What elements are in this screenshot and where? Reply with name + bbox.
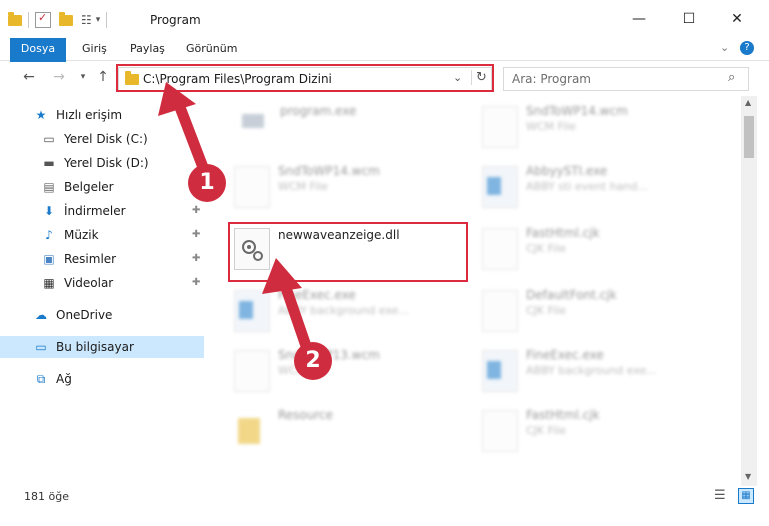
search-placeholder: Ara: Program <box>512 72 591 86</box>
chevron-down-icon[interactable]: ▾ <box>96 15 101 25</box>
exe-icon <box>236 106 270 146</box>
sidebar-item-network[interactable]: ⧉ Ağ <box>0 368 204 390</box>
file-icon <box>482 228 518 270</box>
file-icon <box>482 410 518 452</box>
search-input[interactable]: Ara: Program ⌕ <box>503 67 749 91</box>
sidebar-item-pictures[interactable]: ▣ Resimler ✚ <box>0 248 204 270</box>
forward-arrow-icon[interactable]: → <box>50 67 68 87</box>
up-arrow-icon[interactable]: ↑ <box>94 67 112 87</box>
search-icon: ⌕ <box>728 70 736 85</box>
pin-icon[interactable]: ✚ <box>192 224 200 246</box>
large-icons-view-icon[interactable]: ▦ <box>738 488 754 504</box>
pin-icon[interactable]: ✚ <box>192 272 200 294</box>
list-item[interactable]: AbbyySTI.exe ABBY sti event hand... <box>482 162 712 212</box>
title-bar: ✓ ☷ ▾ Program — ☐ ✕ <box>0 0 769 38</box>
sidebar-item-documents[interactable]: ▤ Belgeler <box>0 176 204 198</box>
sidebar-item-this-pc[interactable]: ▭ Bu bilgisayar <box>0 336 204 358</box>
file-icon <box>482 106 518 148</box>
maximize-icon[interactable]: ☐ <box>678 8 700 30</box>
navigation-pane: ★ Hızlı erişim ▭ Yerel Disk (C:) ▬ Yerel… <box>0 96 208 486</box>
list-item[interactable]: FastHtml.cjk CJK File <box>482 224 712 274</box>
scroll-up-icon[interactable]: ▲ <box>745 98 751 107</box>
chevron-down-icon[interactable]: ⌄ <box>720 41 729 54</box>
list-item[interactable]: SndToWP13.wcm WCM File <box>234 346 464 396</box>
item-count: 181 öğe <box>24 490 69 503</box>
view-icon[interactable]: ☷ <box>81 13 92 27</box>
drive-icon: ▭ <box>43 132 55 146</box>
back-arrow-icon[interactable]: ← <box>20 67 38 87</box>
step-1-badge: 1 <box>188 164 226 202</box>
sidebar-item-disk-c[interactable]: ▭ Yerel Disk (C:) <box>0 128 204 150</box>
file-icon <box>482 290 518 332</box>
file-list: program.exe SndToWP14.wcm WCM File SndTo… <box>208 96 741 486</box>
list-item[interactable]: SndToWP14.wcm WCM File <box>234 162 464 212</box>
network-icon: ⧉ <box>36 372 46 386</box>
minimize-icon[interactable]: — <box>628 8 650 30</box>
file-icon <box>234 350 270 392</box>
computer-icon: ▭ <box>35 340 47 354</box>
folder-icon[interactable] <box>8 11 22 26</box>
close-icon[interactable]: ✕ <box>726 8 748 30</box>
sidebar-item-quick-access[interactable]: ★ Hızlı erişim <box>0 104 204 126</box>
file-icon <box>234 166 270 208</box>
tab-paylas[interactable]: Paylaş <box>130 38 165 60</box>
window-app-icon <box>482 350 518 392</box>
video-icon: ▦ <box>43 276 55 290</box>
folder-icon <box>234 410 268 450</box>
details-view-icon[interactable]: ☰ <box>714 488 726 503</box>
music-icon: ♪ <box>45 228 53 242</box>
help-icon[interactable]: ? <box>740 41 754 55</box>
address-highlight-box <box>116 64 494 92</box>
sidebar-item-onedrive[interactable]: ☁ OneDrive <box>0 304 204 326</box>
scroll-thumb[interactable] <box>744 116 754 158</box>
list-item[interactable]: SndToWP14.wcm WCM File <box>482 102 712 152</box>
quick-access-toolbar: ✓ ☷ ▾ <box>8 11 109 28</box>
step-2-badge: 2 <box>294 342 332 380</box>
pin-icon[interactable]: ✚ <box>192 248 200 270</box>
separator <box>106 12 108 28</box>
cloud-icon: ☁ <box>35 308 47 322</box>
sidebar-item-disk-d[interactable]: ▬ Yerel Disk (D:) <box>0 152 204 174</box>
tab-giris[interactable]: Giriş <box>82 38 107 60</box>
drive-icon: ▬ <box>43 156 55 170</box>
sidebar-item-downloads[interactable]: ⬇ İndirmeler ✚ <box>0 200 204 222</box>
recent-chevron-icon[interactable]: ▾ <box>74 67 92 87</box>
list-item[interactable]: FastHtml.cjk CJK File <box>482 406 712 456</box>
scroll-down-icon[interactable]: ▼ <box>745 472 751 481</box>
sidebar-item-music[interactable]: ♪ Müzik ✚ <box>0 224 204 246</box>
window-app-icon <box>482 166 518 208</box>
new-folder-icon[interactable] <box>59 11 73 26</box>
list-item[interactable]: Resource <box>234 406 464 456</box>
document-icon: ▤ <box>43 180 55 194</box>
tab-gorunum[interactable]: Görünüm <box>186 38 237 60</box>
ribbon: Dosya Giriş Paylaş Görünüm ⌄ ? <box>0 38 769 88</box>
list-item[interactable]: FineExec.exe ABBY background exe... <box>234 286 464 336</box>
list-item[interactable]: DefaultFont.cjk CJK File <box>482 286 712 336</box>
picture-icon: ▣ <box>43 252 55 266</box>
status-bar: 181 öğe ☰ ▦ <box>0 486 769 508</box>
star-icon: ★ <box>35 108 47 122</box>
window-app-icon <box>234 290 270 332</box>
vertical-scrollbar[interactable]: ▲ ▼ <box>741 96 757 486</box>
properties-icon[interactable]: ✓ <box>35 11 51 28</box>
separator <box>28 12 29 28</box>
pin-icon[interactable]: ✚ <box>192 200 200 222</box>
file-highlight-box <box>228 222 468 282</box>
list-item[interactable]: FineExec.exe ABBY background exe... <box>482 346 712 396</box>
list-item[interactable]: program.exe <box>236 102 466 152</box>
sidebar-item-videos[interactable]: ▦ Videolar ✚ <box>0 272 204 294</box>
window-title: Program <box>150 13 201 27</box>
download-icon: ⬇ <box>43 204 55 218</box>
